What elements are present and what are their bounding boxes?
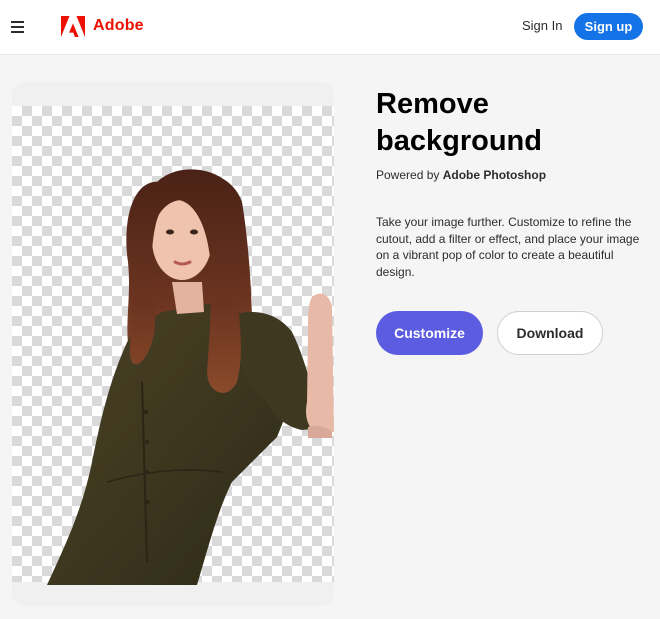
description-text: Take your image further. Customize to re…: [376, 215, 640, 279]
powered-by-text: Powered by Adobe Photoshop: [376, 168, 546, 182]
adobe-logo[interactable]: Adobe: [61, 15, 144, 37]
powered-by-prefix: Powered by: [376, 168, 440, 182]
cutout-person-image: [47, 169, 334, 585]
powered-by-product: Adobe Photoshop: [442, 168, 547, 182]
page: Adobe Sign In Sign up Remove background …: [0, 0, 660, 619]
preview-image-card: [12, 82, 334, 606]
page-title: Remove background: [376, 88, 542, 157]
top-navigation-bar: Adobe Sign In Sign up: [0, 0, 660, 55]
download-button[interactable]: Download: [497, 311, 603, 355]
brand-name: Adobe: [93, 17, 144, 34]
adobe-logo-icon: [61, 15, 85, 37]
sign-up-button[interactable]: Sign up: [574, 13, 643, 40]
sign-in-link[interactable]: Sign In: [522, 18, 562, 33]
hamburger-menu-icon[interactable]: [11, 19, 26, 34]
customize-button[interactable]: Customize: [376, 311, 483, 355]
